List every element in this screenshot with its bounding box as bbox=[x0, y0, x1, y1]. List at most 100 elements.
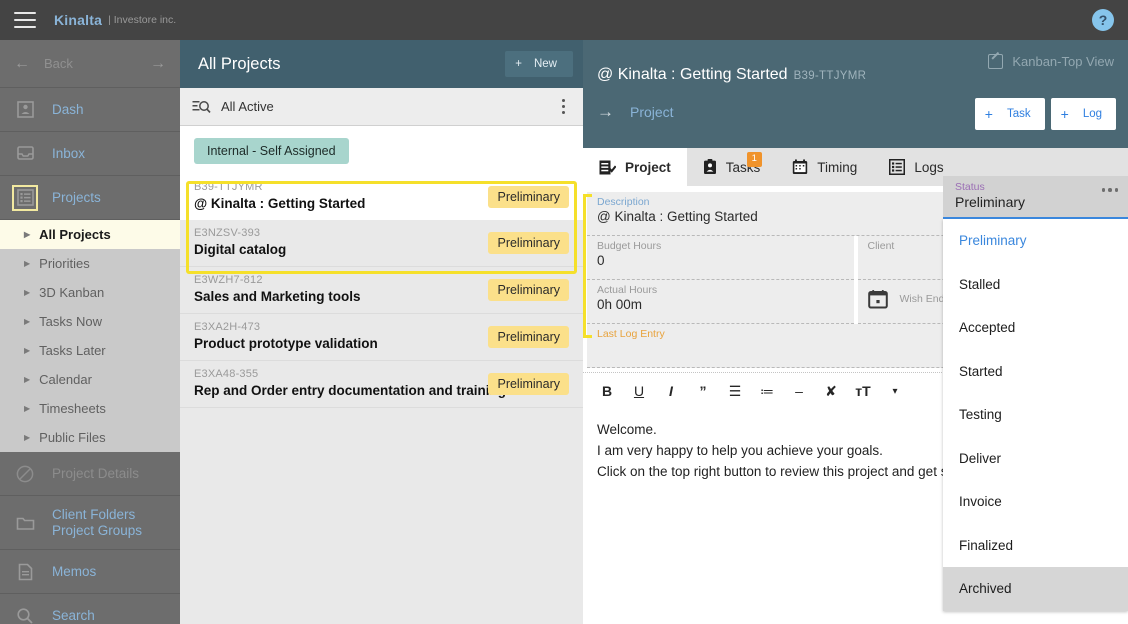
kanban-link-label: Kanban-Top View bbox=[1012, 54, 1114, 69]
triangle-icon: ▶ bbox=[24, 404, 31, 413]
filter-search-icon[interactable] bbox=[192, 99, 211, 115]
tab-project[interactable]: Project bbox=[583, 148, 687, 186]
sidebar-sub-label: Tasks Now bbox=[39, 314, 103, 329]
status-option-invoice[interactable]: Invoice bbox=[943, 480, 1128, 524]
triangle-icon: ▶ bbox=[24, 375, 31, 384]
sidebar-item-label: Dash bbox=[52, 102, 84, 117]
sidebar-item-memos[interactable]: Memos bbox=[0, 550, 180, 594]
sidebar-item-label: Memos bbox=[52, 564, 97, 579]
plus-icon: + bbox=[1060, 106, 1069, 122]
new-project-button[interactable]: + New bbox=[505, 51, 573, 77]
hamburger-icon[interactable] bbox=[14, 12, 36, 28]
budget-hours-field[interactable]: Budget Hours 0 bbox=[587, 236, 854, 280]
sidebar-sub-label: 3D Kanban bbox=[39, 285, 105, 300]
project-tag: Internal - Self Assigned bbox=[194, 138, 349, 164]
user-icon bbox=[14, 99, 36, 121]
triangle-icon: ▶ bbox=[24, 230, 31, 239]
table-row[interactable]: E3NZSV-393 Digital catalog Preliminary bbox=[180, 220, 583, 267]
sidebar-sub-label: Public Files bbox=[39, 430, 106, 445]
tab-label: Project bbox=[625, 159, 671, 175]
list-options-menu-icon[interactable] bbox=[558, 95, 570, 119]
sidebar-item-project-details[interactable]: Project Details bbox=[0, 452, 180, 496]
add-log-button[interactable]: + Log bbox=[1050, 98, 1116, 130]
horizontal-rule-icon[interactable]: – bbox=[783, 379, 815, 403]
tab-timing[interactable]: Timing bbox=[776, 148, 873, 186]
sidebar-item-all-projects[interactable]: ▶ All Projects bbox=[0, 220, 180, 249]
filter-label: All Active bbox=[221, 99, 274, 114]
sidebar-item-inbox[interactable]: Inbox bbox=[0, 132, 180, 176]
status-option-started[interactable]: Started bbox=[943, 350, 1128, 394]
calendar-icon bbox=[792, 159, 808, 175]
sidebar-item-public-files[interactable]: ▶ Public Files bbox=[0, 423, 180, 452]
folder-icon bbox=[14, 512, 36, 534]
table-row[interactable]: B39-TTJYMR @ Kinalta : Getting Started P… bbox=[180, 174, 583, 220]
add-task-button[interactable]: + Task bbox=[974, 98, 1045, 130]
table-row[interactable]: E3XA2H-473 Product prototype validation … bbox=[180, 314, 583, 361]
table-row[interactable]: E3XA48-355 Rep and Order entry documenta… bbox=[180, 361, 583, 408]
status-option-finalized[interactable]: Finalized bbox=[943, 524, 1128, 568]
help-icon[interactable]: ? bbox=[1092, 9, 1114, 31]
table-row[interactable]: E3WZH7-812 Sales and Marketing tools Pre… bbox=[180, 267, 583, 314]
sidebar-item-3d-kanban[interactable]: ▶ 3D Kanban bbox=[0, 278, 180, 307]
quote-icon[interactable]: ” bbox=[687, 379, 719, 403]
sidebar-item-timesheets[interactable]: ▶ Timesheets bbox=[0, 394, 180, 423]
project-filter-bar: All Active bbox=[180, 88, 583, 126]
underline-icon[interactable]: U bbox=[623, 379, 655, 403]
sidebar-sub-label: Priorities bbox=[39, 256, 90, 271]
sidebar-item-priorities[interactable]: ▶ Priorities bbox=[0, 249, 180, 278]
kanban-top-view-button[interactable]: Kanban-Top View bbox=[988, 54, 1114, 69]
sidebar-item-calendar[interactable]: ▶ Calendar bbox=[0, 365, 180, 394]
breadcrumb[interactable]: → Project bbox=[597, 102, 674, 122]
chevron-down-icon[interactable]: ▾ bbox=[879, 379, 911, 403]
numbered-list-icon[interactable]: ≔ bbox=[751, 379, 783, 403]
sidebar-item-tasks-now[interactable]: ▶ Tasks Now bbox=[0, 307, 180, 336]
status-option-deliver[interactable]: Deliver bbox=[943, 437, 1128, 481]
bold-icon[interactable]: B bbox=[591, 379, 623, 403]
sidebar-item-label: Search bbox=[52, 608, 95, 623]
triangle-icon: ▶ bbox=[24, 433, 31, 442]
clear-format-icon[interactable]: ✘ bbox=[815, 379, 847, 403]
calendar-icon bbox=[867, 289, 888, 309]
status-option-preliminary[interactable]: Preliminary bbox=[943, 219, 1128, 263]
sidebar-back-row[interactable]: ← Back → bbox=[0, 40, 180, 88]
status-option-stalled[interactable]: Stalled bbox=[943, 263, 1128, 307]
actual-hours-field[interactable]: Actual Hours 0h 00m bbox=[587, 280, 854, 324]
status-badge: Preliminary bbox=[488, 279, 569, 301]
actual-hours-value: 0h 00m bbox=[597, 297, 643, 312]
italic-icon[interactable]: I bbox=[655, 379, 687, 403]
status-option-accepted[interactable]: Accepted bbox=[943, 306, 1128, 350]
sidebar-item-projects[interactable]: Projects bbox=[0, 176, 180, 220]
search-icon bbox=[14, 605, 36, 624]
arrow-right-icon[interactable]: → bbox=[150, 55, 166, 73]
sidebar-item-search[interactable]: Search bbox=[0, 594, 180, 624]
sidebar: ← Back → Dash Inbox Projects ▶ All Projec… bbox=[0, 40, 180, 624]
app-root: Kinalta | Investore inc. ? ← Back → Dash… bbox=[0, 0, 1128, 624]
bullet-list-icon[interactable]: ☰ bbox=[719, 379, 751, 403]
status-option-archived[interactable]: Archived bbox=[943, 567, 1128, 611]
status-option-testing[interactable]: Testing bbox=[943, 393, 1128, 437]
add-log-label: Log bbox=[1082, 108, 1102, 120]
sidebar-item-client-folders[interactable]: Client Folders Project Groups bbox=[0, 496, 180, 550]
project-title-text: @ Kinalta : Getting Started bbox=[597, 66, 788, 83]
logs-icon bbox=[889, 159, 906, 175]
text-size-icon[interactable]: тT bbox=[847, 379, 879, 403]
list-icon bbox=[12, 184, 38, 211]
project-code: B39-TTJYMR bbox=[793, 70, 867, 82]
project-tag-row: Internal - Self Assigned bbox=[180, 126, 583, 174]
budget-hours-label: Budget Hours bbox=[597, 240, 662, 252]
sidebar-item-dash[interactable]: Dash bbox=[0, 88, 180, 132]
document-icon bbox=[14, 561, 36, 583]
status-field[interactable]: Status Preliminary bbox=[943, 176, 1128, 219]
budget-hours-value: 0 bbox=[597, 253, 605, 268]
tab-tasks[interactable]: Tasks 1 bbox=[687, 148, 777, 186]
tab-label: Logs bbox=[914, 159, 944, 175]
sidebar-item-label: Inbox bbox=[52, 146, 86, 161]
brand-subtitle: | Investore inc. bbox=[108, 14, 177, 26]
detail-action-buttons: + Task + Log bbox=[974, 98, 1116, 130]
sidebar-sub-label: All Projects bbox=[39, 227, 111, 242]
status-options-menu-icon[interactable] bbox=[1101, 188, 1118, 192]
sidebar-item-tasks-later[interactable]: ▶ Tasks Later bbox=[0, 336, 180, 365]
top-bar: Kinalta | Investore inc. ? bbox=[0, 0, 1128, 40]
external-link-icon bbox=[988, 54, 1004, 69]
status-dropdown: Status Preliminary Preliminary Stalled A… bbox=[943, 176, 1128, 611]
